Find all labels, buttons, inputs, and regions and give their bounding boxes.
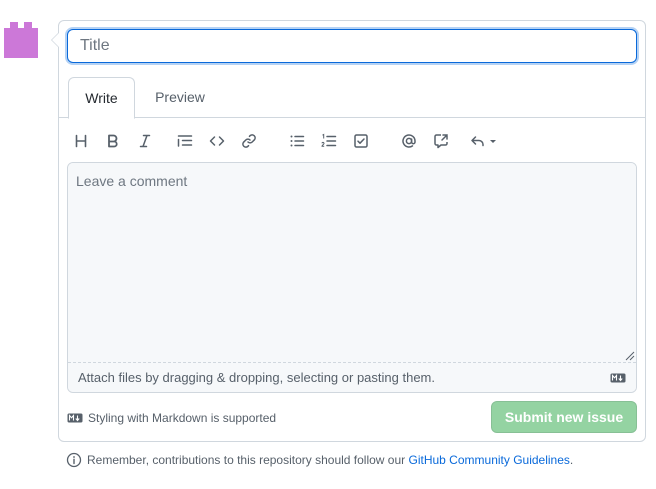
task-list-button[interactable]: [347, 127, 375, 155]
community-guidelines-link[interactable]: GitHub Community Guidelines: [409, 453, 570, 467]
identicon-avatar-icon: [4, 22, 38, 58]
numbered-list-icon: [321, 133, 337, 147]
link-icon: [242, 134, 256, 148]
bold-icon: [108, 134, 118, 148]
markdown-icon: [610, 373, 626, 383]
numbered-list-button[interactable]: [315, 127, 343, 155]
avatar: [0, 18, 42, 60]
markdown-toolbar: [67, 127, 637, 155]
bold-button[interactable]: [99, 127, 127, 155]
editor-tabs: Write Preview: [59, 77, 645, 119]
tab-write[interactable]: Write: [68, 77, 135, 119]
link-button[interactable]: [235, 127, 263, 155]
quote-button[interactable]: [171, 127, 199, 155]
cross-reference-icon: [434, 134, 448, 149]
tab-preview[interactable]: Preview: [143, 77, 217, 118]
saved-replies-icon: [471, 136, 496, 147]
guidelines-suffix: .: [569, 453, 574, 467]
attach-files-text: Attach files by dragging & dropping, sel…: [78, 370, 435, 385]
quote-icon: [177, 135, 193, 147]
task-list-icon: [354, 134, 368, 148]
cross-reference-button[interactable]: [427, 127, 455, 155]
mention-button[interactable]: [395, 127, 423, 155]
markdown-icon: [67, 413, 83, 423]
bulleted-list-icon: [290, 135, 305, 147]
bulleted-list-button[interactable]: [283, 127, 311, 155]
markdown-note[interactable]: Styling with Markdown is supported: [67, 410, 276, 426]
markdown-note-text: Styling with Markdown is supported: [88, 411, 277, 425]
contribution-guidelines-note: Remember, contributions to this reposito…: [66, 452, 573, 468]
comment-textarea[interactable]: [68, 163, 636, 362]
italic-button[interactable]: [131, 127, 159, 155]
mention-icon: [402, 134, 416, 148]
title-input[interactable]: [67, 29, 637, 63]
submit-new-issue-button[interactable]: Submit new issue: [491, 401, 637, 433]
code-button[interactable]: [203, 127, 231, 155]
resize-grip-icon[interactable]: [625, 351, 635, 361]
heading-button[interactable]: [67, 127, 95, 155]
new-issue-form: Write Preview: [51, 20, 646, 442]
attach-files-bar[interactable]: Attach files by dragging & dropping, sel…: [68, 362, 636, 392]
guidelines-prefix: Remember, contributions to this reposito…: [87, 453, 406, 467]
saved-replies-button[interactable]: [467, 127, 503, 155]
comment-editor: Attach files by dragging & dropping, sel…: [67, 162, 637, 393]
info-icon: [66, 452, 82, 468]
italic-icon: [139, 134, 151, 148]
heading-icon: [75, 134, 87, 148]
code-icon: [209, 136, 225, 146]
